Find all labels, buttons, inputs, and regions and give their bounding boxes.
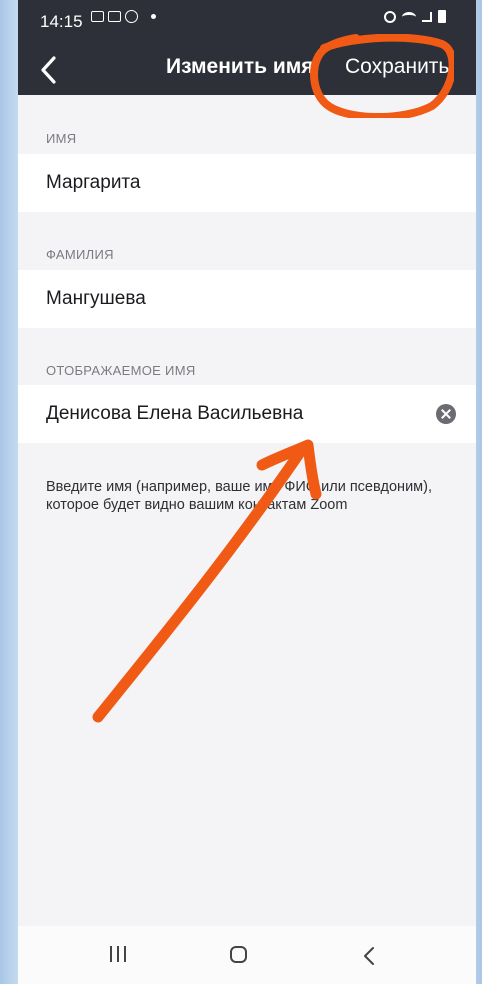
first-name-field[interactable]: Маргарита — [18, 154, 476, 212]
phone-screen: 14:15 Изменить имя Сохранить ИМЯ Маргари… — [18, 0, 476, 984]
status-time: 14:15 — [40, 12, 83, 31]
signal-icon — [422, 11, 432, 22]
gallery-icon — [91, 11, 104, 22]
wifi-icon — [402, 11, 416, 22]
last-name-label: ФАМИЛИЯ — [46, 247, 114, 262]
hint-text: Введите имя (например, ваше имя ФИО или … — [46, 479, 432, 513]
nav-back-icon[interactable] — [360, 945, 380, 967]
screen-icon — [108, 11, 121, 22]
system-icons — [384, 10, 446, 23]
last-name-field[interactable]: Мангушева — [18, 270, 476, 328]
chevron-left-icon — [41, 56, 56, 84]
alarm-icon — [384, 10, 396, 23]
more-dot-icon — [151, 14, 156, 19]
whatsapp-icon — [125, 10, 138, 23]
display-name-field[interactable]: Денисова Елена Васильевна — [18, 385, 476, 443]
display-name-label: ОТОБРАЖАЕМОЕ ИМЯ — [46, 363, 196, 378]
clear-icon[interactable] — [436, 404, 456, 424]
back-button[interactable] — [36, 52, 66, 88]
recent-apps-icon[interactable] — [110, 946, 126, 962]
display-name-value: Денисова Елена Васильевна — [46, 403, 304, 424]
app-header: 14:15 Изменить имя Сохранить — [18, 0, 476, 95]
home-icon[interactable] — [230, 946, 247, 963]
battery-icon — [438, 10, 446, 23]
first-name-label: ИМЯ — [46, 131, 77, 146]
system-nav-bar — [18, 926, 476, 984]
last-name-value: Мангушева — [46, 288, 146, 309]
first-name-value: Маргарита — [46, 172, 141, 193]
notification-icons — [91, 10, 156, 23]
page-title: Изменить имя — [166, 55, 314, 78]
save-button[interactable]: Сохранить — [345, 55, 449, 79]
